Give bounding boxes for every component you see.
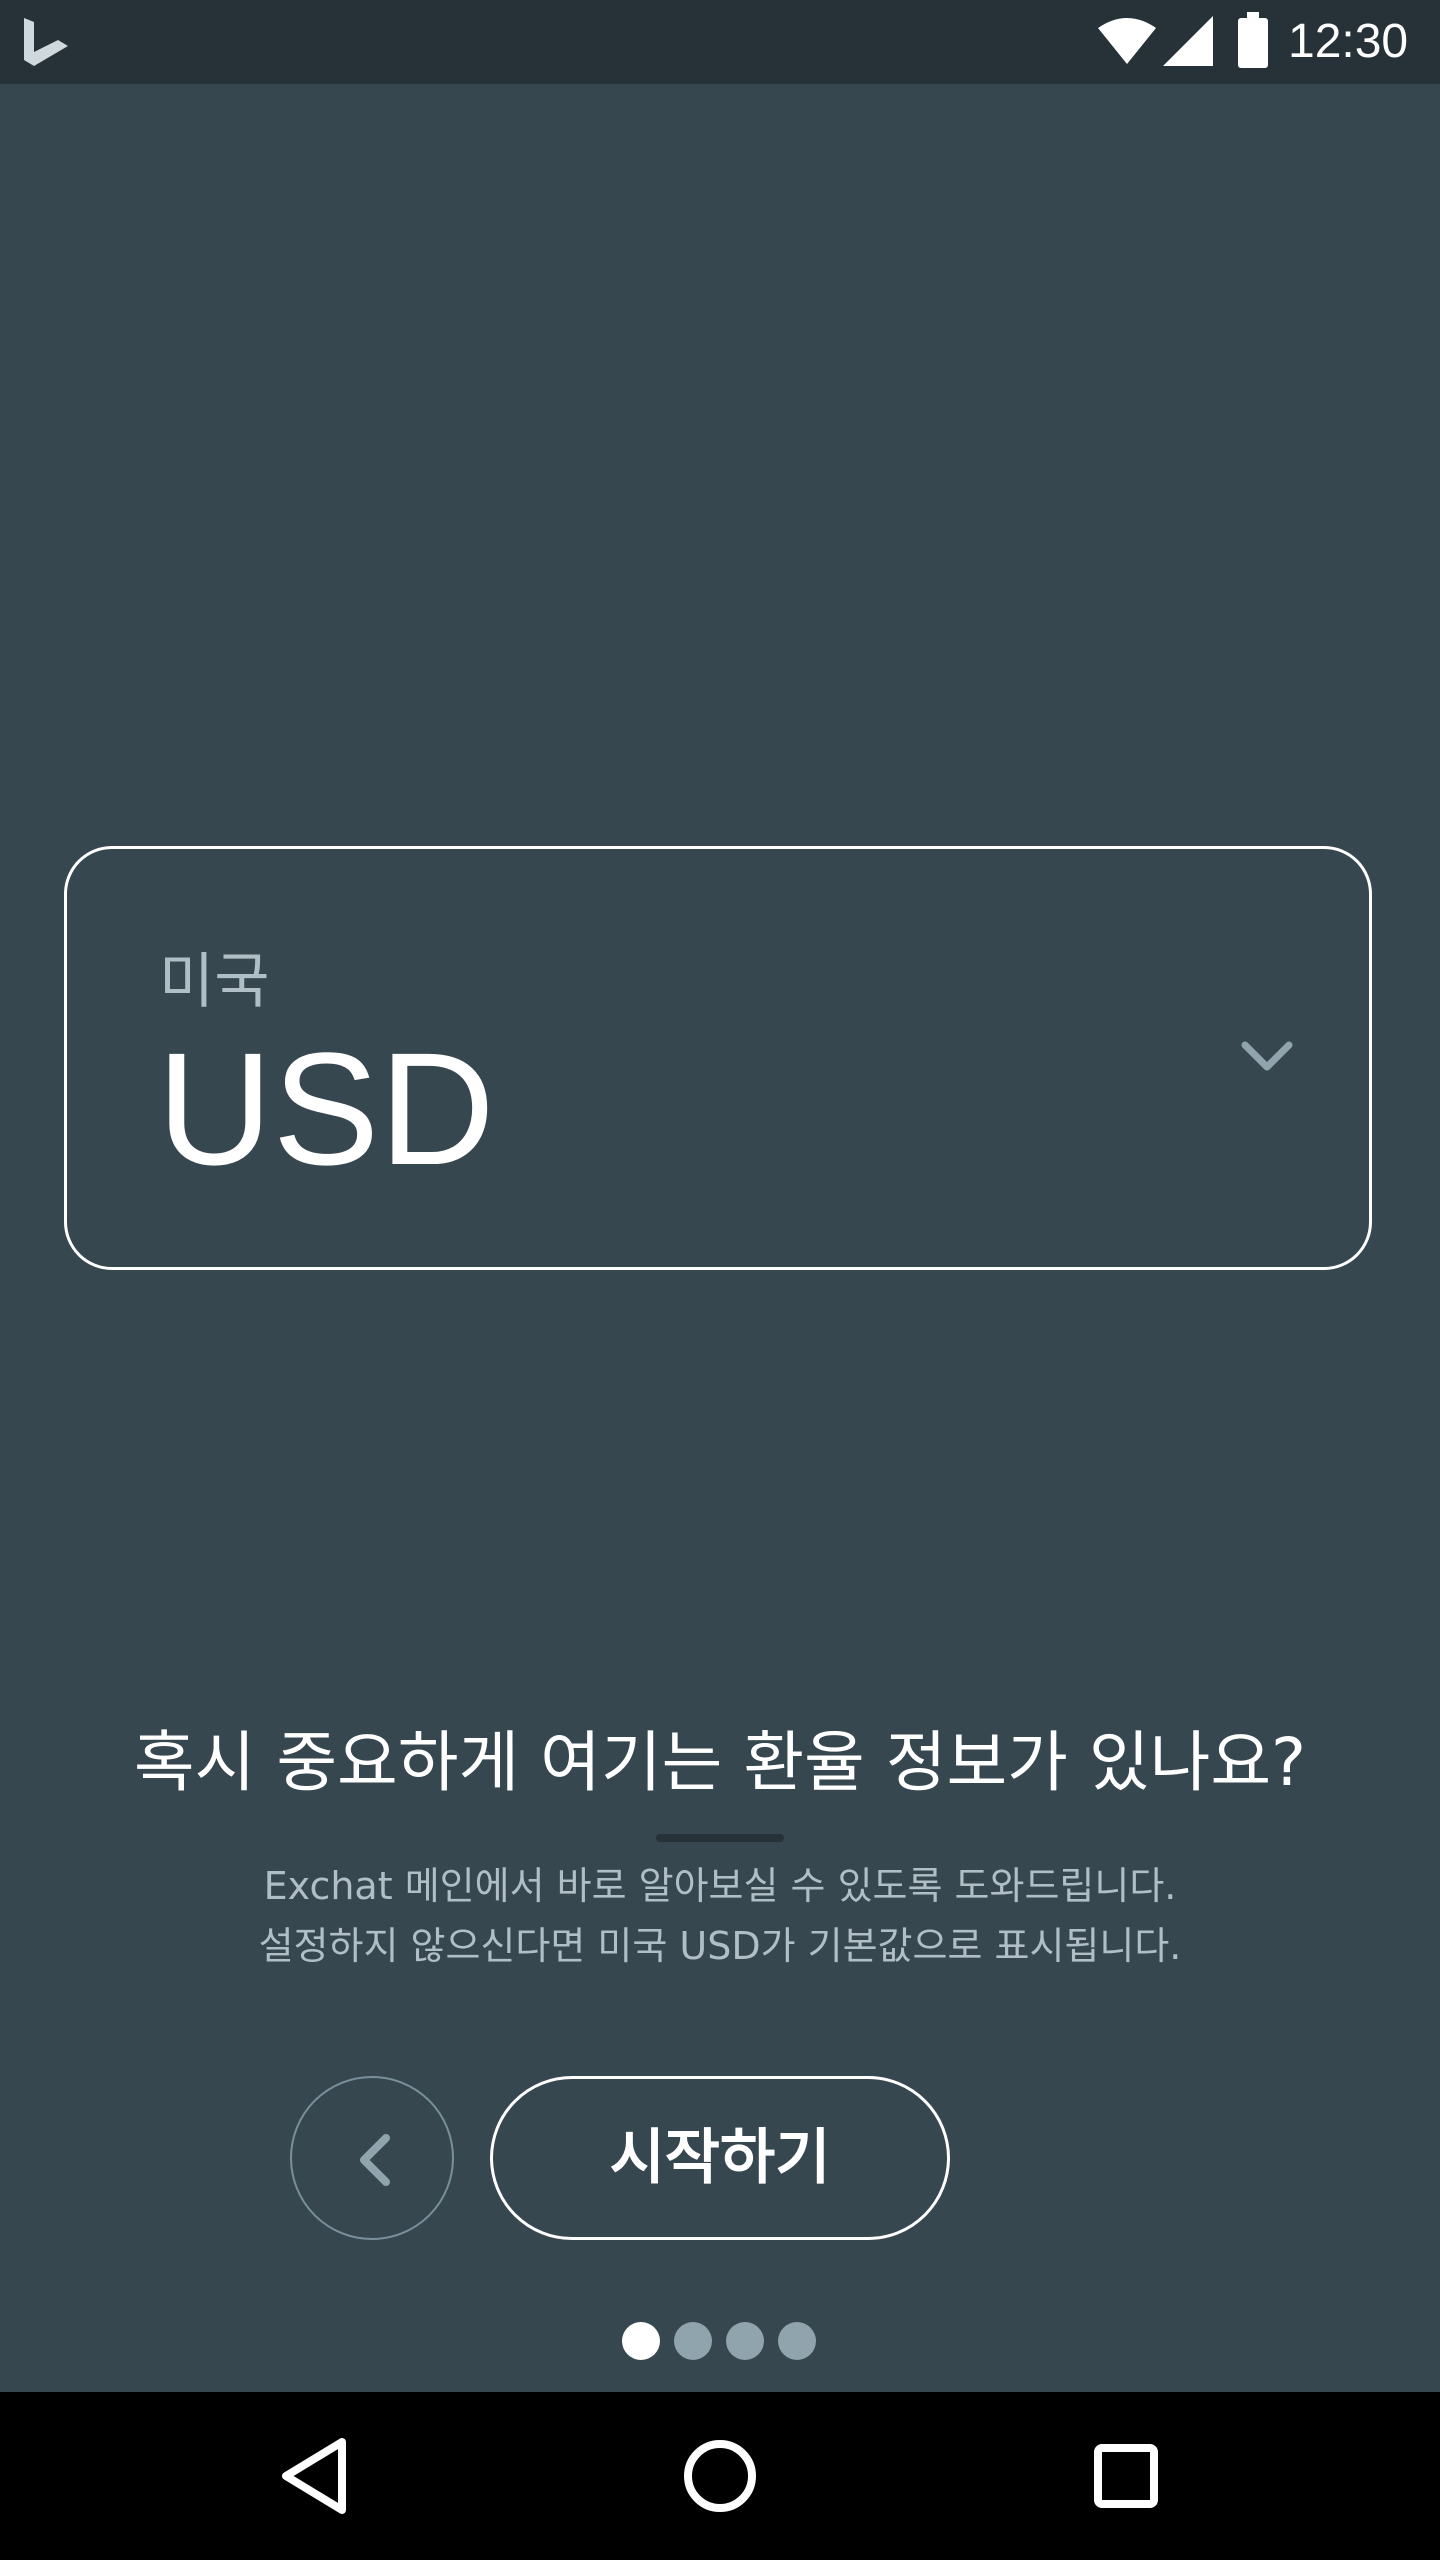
description-line-1: Exchat 메인에서 바로 알아보실 수 있도록 도와드립니다. xyxy=(263,1864,1177,1908)
page-dot-1[interactable] xyxy=(622,2322,660,2360)
home-circle-icon[interactable] xyxy=(676,2432,764,2520)
page-dot-2[interactable] xyxy=(674,2322,712,2360)
country-label: 미국 xyxy=(159,947,270,1017)
clock-time: 12:30 xyxy=(1288,15,1409,68)
bing-logo-icon xyxy=(24,18,68,66)
page-dot-3[interactable] xyxy=(726,2322,764,2360)
status-bar: 12:30 xyxy=(0,0,1440,84)
back-button[interactable] xyxy=(290,2076,454,2240)
page-indicator xyxy=(622,2322,822,2362)
navigation-bar xyxy=(0,2392,1440,2560)
currency-selector[interactable]: 미국 USD xyxy=(64,846,1372,1270)
onboarding-question: 혹시 중요하게 여기는 환율 정보가 있나요? xyxy=(133,1724,1307,1801)
page-dot-4[interactable] xyxy=(778,2322,816,2360)
currency-code: USD xyxy=(157,1019,495,1198)
divider xyxy=(656,1834,784,1842)
start-button[interactable]: 시작하기 xyxy=(490,2076,950,2240)
battery-icon xyxy=(1238,12,1268,68)
description-line-2: 설정하지 않으신다면 미국 USD가 기본값으로 표시됩니다. xyxy=(258,1924,1182,1968)
chevron-left-icon xyxy=(360,2134,390,2186)
back-triangle-icon[interactable] xyxy=(272,2432,360,2520)
signal-icon xyxy=(1163,16,1213,66)
wifi-icon xyxy=(1098,18,1156,64)
chevron-down-icon[interactable] xyxy=(1237,1035,1297,1079)
recents-square-icon[interactable] xyxy=(1082,2432,1170,2520)
